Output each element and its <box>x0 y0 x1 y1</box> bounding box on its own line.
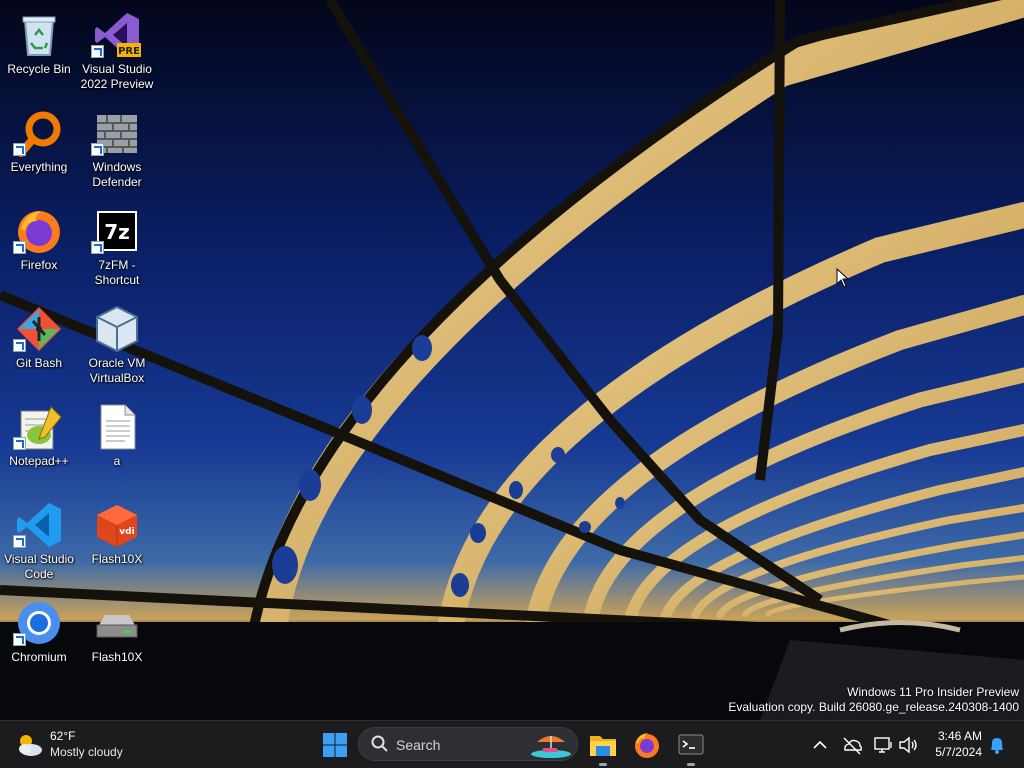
desktop-icon-virtualbox[interactable]: Oracle VM VirtualBox <box>79 299 155 391</box>
firefox-icon <box>635 733 659 758</box>
shortcut-arrow-icon <box>13 339 26 352</box>
taskbar: 62°F Mostly cloudy Search 3:46 AM 5/7/20… <box>0 720 1024 768</box>
cloud-sync-status[interactable] <box>840 733 864 757</box>
desktop-icon-label: 7zFM - Shortcut <box>94 258 140 287</box>
desktop-icon-chromium[interactable]: Chromium <box>1 593 77 685</box>
desktop-icon-recycle-bin[interactable]: Recycle Bin <box>1 5 77 97</box>
weather-widget[interactable]: 62°F Mostly cloudy <box>14 727 144 763</box>
virtualbox-icon <box>93 305 141 353</box>
desktop-icon-label: Notepad++ <box>9 454 69 468</box>
desktop-icon-label: Windows Defender <box>92 160 142 189</box>
desktop-icon-notepadpp[interactable]: Notepad++ <box>1 397 77 489</box>
7z-glyph: 7z <box>104 220 130 244</box>
desktop-icon-visual-studio-preview[interactable]: PRE Visual Studio 2022 Preview <box>79 5 155 97</box>
watermark-build: Evaluation copy. Build 26080.ge_release.… <box>728 700 1019 714</box>
shortcut-arrow-icon <box>13 241 26 254</box>
flash10x-cube-icon: vdi <box>93 501 141 549</box>
desktop-icon-flash10x-vdi[interactable]: vdi Flash10X <box>79 495 155 587</box>
shortcut-arrow-icon <box>13 535 26 548</box>
text-file-icon <box>93 403 141 451</box>
taskbar-app-terminal[interactable] <box>673 727 709 766</box>
desktop-icon-git-bash[interactable]: Git Bash <box>1 299 77 391</box>
desktop-icon-label: Flash10X <box>91 552 143 566</box>
search-icon <box>371 735 388 752</box>
desktop-icon-label: a <box>113 454 121 468</box>
desktop-icon-label: Oracle VM VirtualBox <box>88 356 146 385</box>
partly-cloudy-icon <box>19 735 42 756</box>
search-placeholder: Search <box>396 737 441 753</box>
notifications-button[interactable] <box>985 733 1009 757</box>
desktop-icon-7zfm[interactable]: 7z 7zFM - Shortcut <box>79 201 155 293</box>
taskbar-app-file-explorer[interactable] <box>585 727 621 766</box>
shortcut-arrow-icon <box>91 45 104 58</box>
taskbar-app-firefox[interactable] <box>629 727 665 763</box>
recycle-bin-icon <box>15 11 63 59</box>
running-indicator <box>687 763 695 766</box>
network-status[interactable] <box>871 733 895 757</box>
weather-temperature: 62°F <box>50 729 76 743</box>
chevron-up-icon <box>813 740 827 749</box>
desktop-icon-text-file-a[interactable]: a <box>79 397 155 489</box>
desktop-icon-label: Recycle Bin <box>7 62 71 76</box>
shortcut-arrow-icon <box>91 143 104 156</box>
shortcut-arrow-icon <box>13 143 26 156</box>
desktop-icon-label: Chromium <box>11 650 67 664</box>
shortcut-arrow-icon <box>91 241 104 254</box>
desktop-icon-firefox[interactable]: Firefox <box>1 201 77 293</box>
preview-badge: PRE <box>118 46 140 57</box>
desktop-icon-label: Visual Studio Code <box>4 552 74 581</box>
windows-start-icon <box>323 733 347 757</box>
vdi-glyph: vdi <box>119 527 134 537</box>
weather-condition: Mostly cloudy <box>50 745 123 759</box>
running-indicator <box>599 763 607 766</box>
taskbar-clock[interactable]: 3:46 AM 5/7/2024 <box>912 728 982 760</box>
clock-time: 3:46 AM <box>937 729 982 743</box>
file-explorer-icon <box>590 736 616 756</box>
taskbar-search-box[interactable]: Search <box>358 727 578 761</box>
desktop-icon-label: Everything <box>10 160 68 174</box>
desktop-icon-flash10x-drive[interactable]: Flash10X <box>79 593 155 685</box>
shortcut-arrow-icon <box>13 437 26 450</box>
terminal-icon <box>678 734 704 755</box>
mouse-cursor-icon <box>836 268 850 288</box>
desktop-icon-vscode[interactable]: Visual Studio Code <box>1 495 77 587</box>
desktop-icon-label: Firefox <box>20 258 58 272</box>
shortcut-arrow-icon <box>13 633 26 646</box>
start-button[interactable] <box>320 730 350 760</box>
watermark-edition: Windows 11 Pro Insider Preview <box>847 685 1019 699</box>
show-hidden-icons-button[interactable] <box>808 733 832 757</box>
desktop-icon-windows-defender[interactable]: Windows Defender <box>79 103 155 195</box>
bell-icon <box>991 738 1003 754</box>
desktop-icon-label: Git Bash <box>15 356 63 370</box>
desktop-icon-label: Flash10X <box>91 650 143 664</box>
search-highlight-icon <box>531 736 571 758</box>
windows-watermark: Windows 11 Pro Insider Preview Evaluatio… <box>728 685 1019 715</box>
drive-icon <box>93 599 141 647</box>
network-off-icon <box>843 737 863 755</box>
desktop-icon-label: Visual Studio 2022 Preview <box>80 62 154 91</box>
desktop-icon-everything[interactable]: Everything <box>1 103 77 195</box>
clock-date: 5/7/2024 <box>935 745 982 759</box>
display-icon <box>874 737 892 753</box>
